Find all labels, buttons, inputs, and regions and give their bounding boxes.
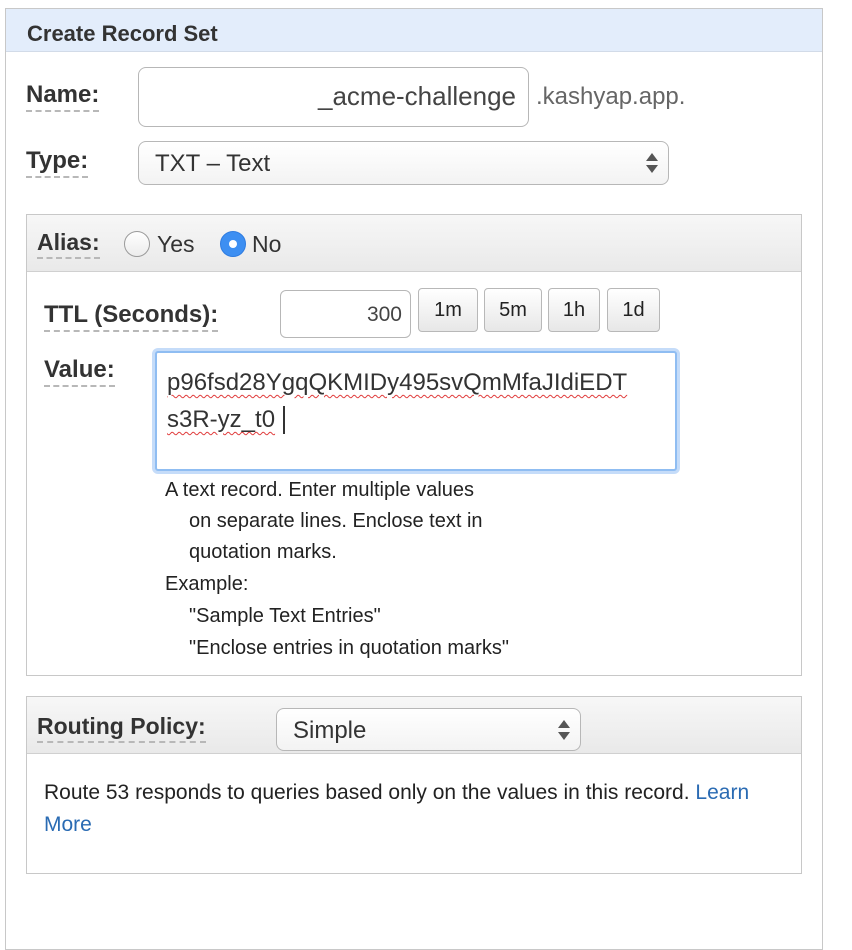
name-input[interactable]: _acme-challenge: [138, 67, 529, 127]
help-line-3: quotation marks.: [189, 541, 337, 563]
help-line-2: on separate lines. Enclose text in: [189, 510, 483, 532]
alias-no-radio[interactable]: [220, 231, 246, 257]
type-label: Type:: [26, 147, 89, 178]
routing-description-text: Route 53 responds to queries based only …: [44, 781, 690, 804]
alias-yes-label[interactable]: Yes: [157, 231, 195, 258]
routing-policy-label: Routing Policy:: [37, 712, 206, 743]
text-caret: [283, 406, 285, 434]
value-line-2: s3R-yz_t0: [167, 406, 276, 433]
learn-more-link-part1[interactable]: Learn: [695, 781, 749, 804]
name-label: Name:: [26, 81, 100, 112]
value-label: Value:: [44, 356, 115, 387]
domain-suffix: .kashyap.app.: [536, 83, 686, 110]
learn-more-link-part2[interactable]: More: [44, 813, 92, 837]
routing-policy-select[interactable]: Simple: [276, 708, 581, 751]
panel-header: Create Record Set: [6, 9, 822, 52]
value-textarea[interactable]: p96fsd28YgqQKMIDy495svQmMfaJIdiEDT s3R-y…: [155, 351, 677, 471]
type-select-value: TXT – Text: [155, 150, 271, 177]
ttl-input-value: 300: [366, 303, 402, 326]
alias-no-label[interactable]: No: [252, 231, 281, 258]
alias-yes-radio[interactable]: [124, 231, 150, 257]
ttl-1m-button[interactable]: 1m: [418, 288, 478, 332]
ttl-1d-button[interactable]: 1d: [607, 288, 660, 332]
select-arrows-icon: [558, 717, 570, 743]
select-arrows-icon: [646, 150, 658, 176]
value-line-1: p96fsd28YgqQKMIDy495svQmMfaJIdiEDT: [167, 369, 628, 396]
ttl-5m-button[interactable]: 5m: [484, 288, 542, 332]
alias-label: Alias:: [37, 228, 100, 259]
type-select[interactable]: TXT – Text: [138, 141, 669, 185]
help-line-1: A text record. Enter multiple values: [165, 479, 475, 501]
routing-select-value: Simple: [293, 717, 367, 744]
help-example-label: Example:: [165, 573, 249, 595]
help-example-1: "Sample Text Entries": [189, 605, 381, 627]
panel-title: Create Record Set: [27, 21, 218, 46]
ttl-1h-button[interactable]: 1h: [548, 288, 600, 332]
ttl-label: TTL (Seconds):: [44, 301, 219, 332]
routing-description: Route 53 responds to queries based only …: [44, 781, 749, 805]
ttl-input[interactable]: 300: [280, 290, 411, 338]
help-example-2: "Enclose entries in quotation marks": [189, 637, 509, 659]
name-input-value: _acme-challenge: [317, 81, 516, 111]
